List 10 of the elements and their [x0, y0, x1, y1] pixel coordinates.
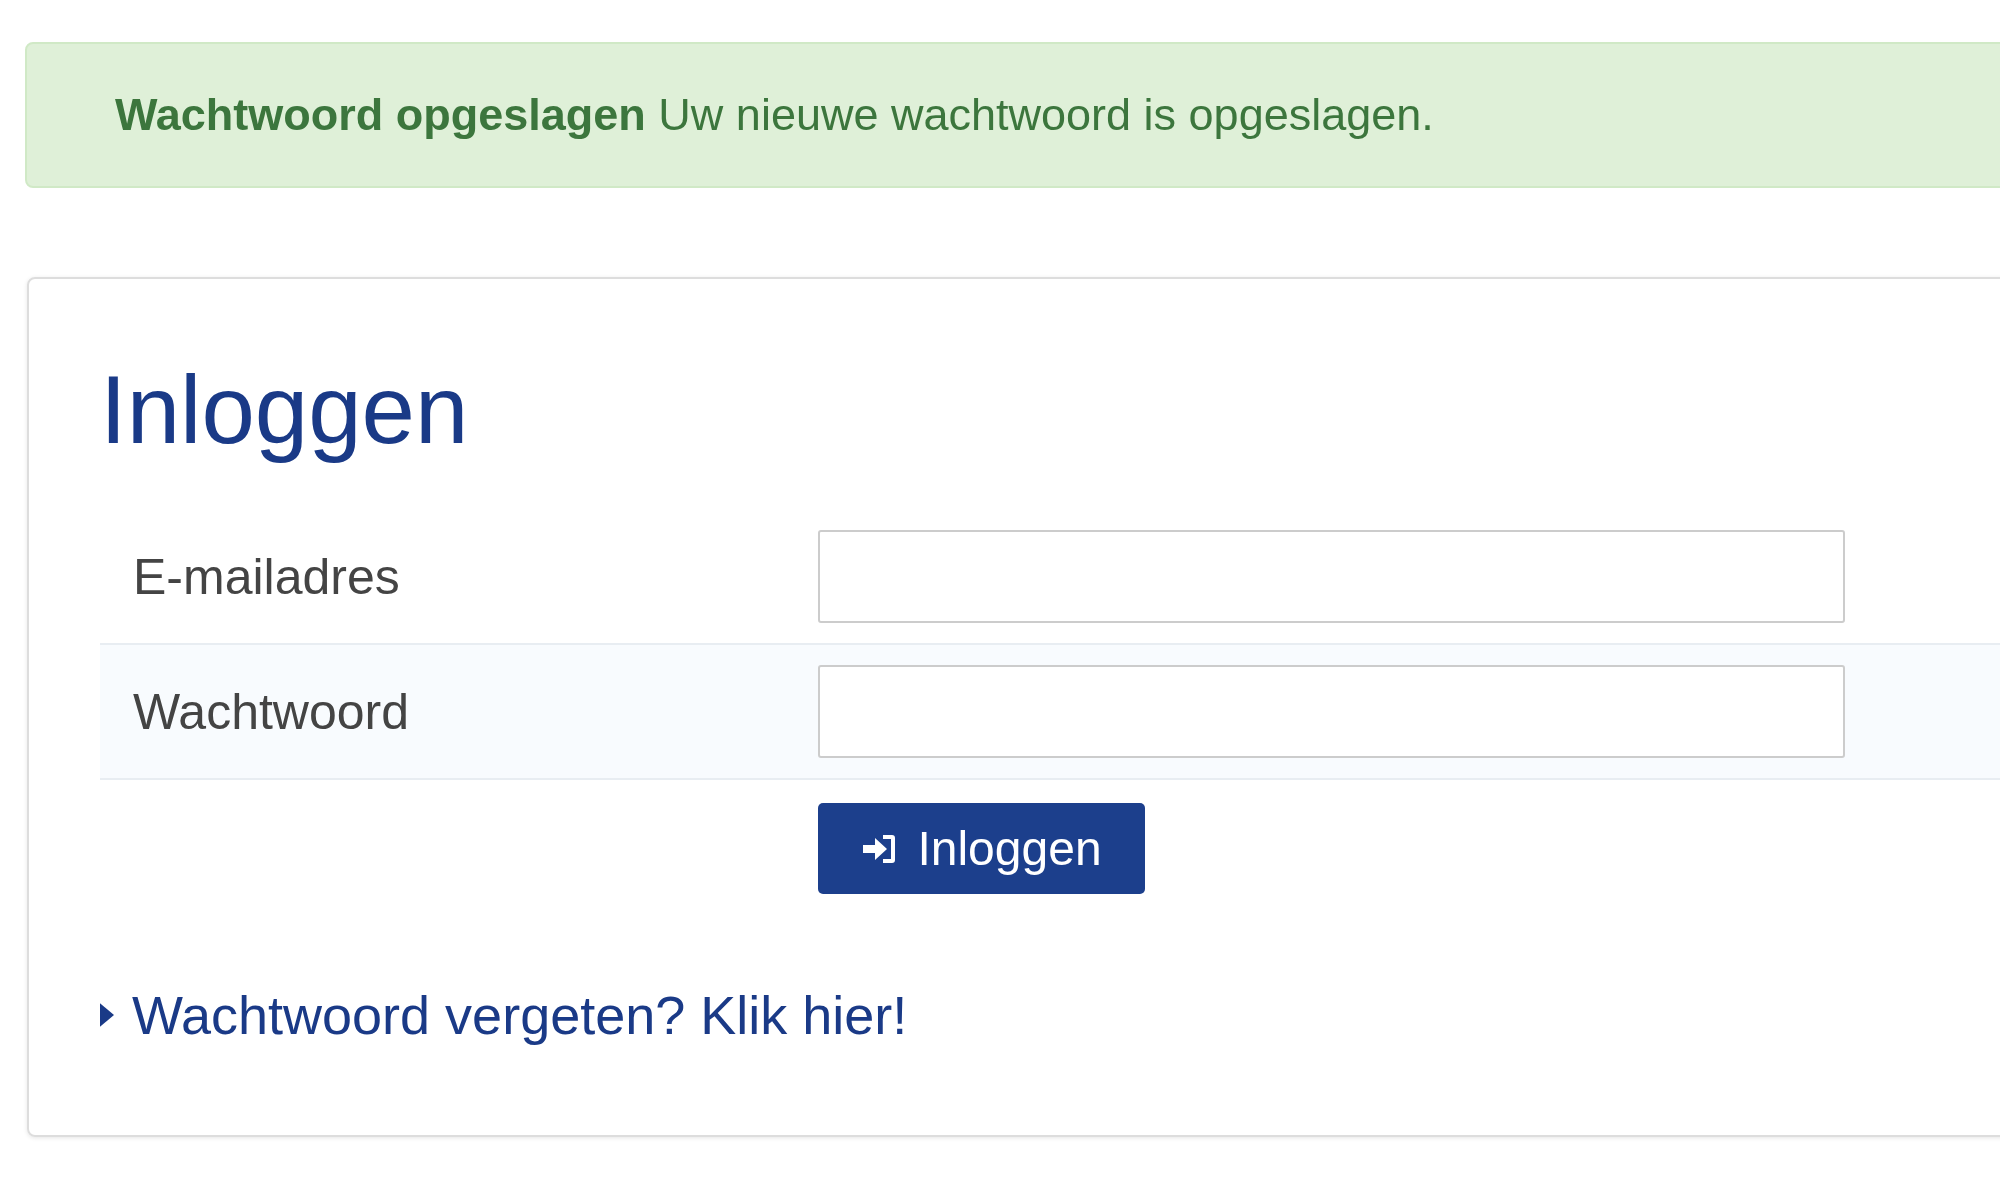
alert-message: Wachtwoord opgeslagen Uw nieuwe wachtwoord is opgeslagen.: [115, 89, 1434, 141]
field-label: Wachtwoord: [132, 682, 411, 741]
login-heading: Inloggen: [100, 355, 469, 465]
login-button[interactable]: Inloggen: [818, 803, 1145, 895]
forgot-password-link[interactable]: Wachtwoord vergeten? Klik hier!: [132, 984, 908, 1047]
input-field[interactable]: [818, 530, 1845, 624]
input-field[interactable]: [818, 665, 1845, 759]
caret-icon: [100, 1003, 114, 1028]
field-label: E-mailadres: [132, 547, 401, 606]
sign-in-icon: [861, 832, 898, 865]
